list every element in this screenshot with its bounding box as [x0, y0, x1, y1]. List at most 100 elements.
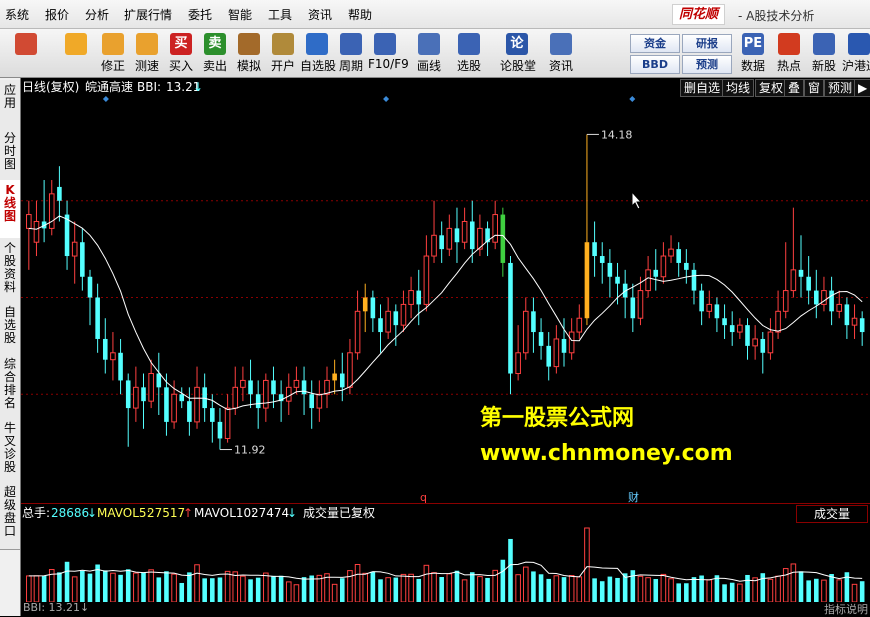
candle-body[interactable]	[210, 408, 215, 422]
candle-body[interactable]	[285, 386, 292, 402]
candle-body[interactable]	[538, 332, 544, 346]
candle-body[interactable]	[531, 311, 536, 333]
volume-bar[interactable]	[164, 571, 169, 602]
candle-body[interactable]	[814, 290, 819, 305]
toolbar-button-9[interactable]: 周期	[334, 31, 368, 75]
volume-bar[interactable]	[80, 570, 85, 602]
volume-bar[interactable]	[255, 577, 261, 602]
candle-body[interactable]	[232, 386, 239, 409]
candle-body[interactable]	[263, 379, 269, 409]
sidebar-tab-5[interactable]: 综合排名	[0, 354, 20, 422]
candle-body[interactable]	[653, 269, 659, 277]
menu-item-2[interactable]: 分析	[85, 6, 109, 23]
volume-bar[interactable]	[431, 572, 437, 602]
candle-body[interactable]	[164, 387, 169, 422]
sidebar-tab-2[interactable]: K线图	[0, 180, 20, 242]
volume-bar[interactable]	[477, 576, 483, 602]
candle-body[interactable]	[194, 386, 200, 423]
volume-bar[interactable]	[653, 579, 659, 602]
sidebar-tab-0[interactable]: 应用	[0, 80, 20, 132]
volume-bar[interactable]	[553, 575, 560, 602]
toolbar-button-6[interactable]: 模拟	[232, 31, 266, 75]
volume-bar[interactable]	[347, 570, 353, 602]
volume-bar[interactable]	[446, 573, 453, 602]
candle-body[interactable]	[431, 234, 437, 257]
candle-body[interactable]	[87, 276, 93, 298]
candle-body[interactable]	[362, 297, 368, 312]
volume-bar[interactable]	[87, 573, 93, 602]
volume-bar[interactable]	[439, 576, 444, 602]
toolbar-button-13[interactable]: 论论股堂	[500, 31, 536, 75]
volume-bar[interactable]	[187, 572, 192, 602]
candle-body[interactable]	[607, 262, 613, 277]
candle-body[interactable]	[224, 407, 231, 439]
volume-bar[interactable]	[691, 577, 697, 602]
volume-bar[interactable]	[546, 578, 552, 602]
event-label-0[interactable]: q	[420, 491, 427, 503]
volume-bar[interactable]	[57, 572, 62, 602]
volume-bar[interactable]	[798, 571, 804, 602]
candle-body[interactable]	[141, 387, 146, 402]
volume-bar[interactable]	[790, 563, 797, 602]
volume-bar[interactable]	[522, 566, 529, 602]
candle-body[interactable]	[576, 317, 583, 333]
toolbar-button-18[interactable]: 沪港通	[842, 31, 870, 75]
candle-body[interactable]	[737, 324, 743, 333]
volume-bar[interactable]	[599, 581, 605, 602]
candle-body[interactable]	[148, 373, 154, 402]
toolbar-button-0[interactable]	[8, 31, 44, 75]
volume-bar[interactable]	[821, 579, 827, 602]
volume-bar[interactable]	[767, 578, 774, 602]
volume-bar[interactable]	[278, 575, 284, 602]
volume-bar[interactable]	[118, 574, 123, 602]
candle-body[interactable]	[118, 352, 123, 381]
volume-bar[interactable]	[133, 572, 139, 602]
volume-bar[interactable]	[836, 579, 843, 602]
chart-option-button-1[interactable]: 均线	[722, 79, 755, 97]
candle-body[interactable]	[775, 310, 781, 333]
toolbar-button-17[interactable]: 新股	[807, 31, 841, 75]
candle-body[interactable]	[156, 373, 162, 388]
candle-body[interactable]	[133, 386, 139, 409]
volume-bar[interactable]	[271, 575, 276, 602]
candle-body[interactable]	[561, 338, 567, 353]
volume-bar[interactable]	[576, 576, 583, 602]
volume-bar[interactable]	[538, 574, 544, 602]
toolbar-button-10[interactable]: F10/F9	[368, 31, 409, 75]
volume-bar[interactable]	[714, 575, 720, 602]
volume-bar[interactable]	[354, 563, 361, 602]
candle-body[interactable]	[668, 248, 674, 257]
candle-body[interactable]	[790, 269, 797, 292]
footer-help[interactable]: 指标说明	[824, 601, 868, 617]
toolbar-button-15[interactable]: PE 数据	[736, 31, 770, 75]
candle-body[interactable]	[637, 290, 644, 319]
volume-bar[interactable]	[202, 578, 207, 602]
sidebar-tab-3[interactable]: 个股资料	[0, 238, 20, 306]
bbd-button[interactable]: BBD	[630, 55, 680, 74]
volume-bar[interactable]	[745, 574, 750, 602]
candle-body[interactable]	[522, 310, 529, 354]
volume-bar[interactable]	[859, 581, 865, 602]
candle-body[interactable]	[400, 303, 407, 326]
candle-body[interactable]	[332, 373, 337, 381]
volume-bar[interactable]	[508, 538, 513, 602]
candle-body[interactable]	[347, 352, 353, 388]
volume-bar[interactable]	[806, 580, 811, 602]
sidebar-tab-4[interactable]: 自选股	[0, 302, 20, 358]
kline-chart[interactable]: 14.18 11.92 q 财	[21, 96, 870, 503]
volume-bar[interactable]	[263, 572, 269, 602]
chart-option-button-2[interactable]: 复权	[755, 79, 788, 97]
candle-body[interactable]	[584, 242, 590, 319]
volume-bar[interactable]	[630, 570, 636, 602]
volume-bar[interactable]	[179, 582, 185, 602]
candle-body[interactable]	[385, 310, 391, 333]
volume-bar[interactable]	[408, 573, 414, 602]
volume-bar[interactable]	[851, 583, 858, 602]
volume-bar[interactable]	[660, 573, 667, 602]
candle-body[interactable]	[423, 255, 430, 305]
toolbar-button-12[interactable]: 选股	[452, 31, 486, 75]
candle-body[interactable]	[508, 262, 513, 374]
volume-bar[interactable]	[393, 577, 399, 602]
toolbar-button-14[interactable]: 资讯	[544, 31, 578, 75]
forecast-button[interactable]: 预测	[682, 55, 732, 74]
